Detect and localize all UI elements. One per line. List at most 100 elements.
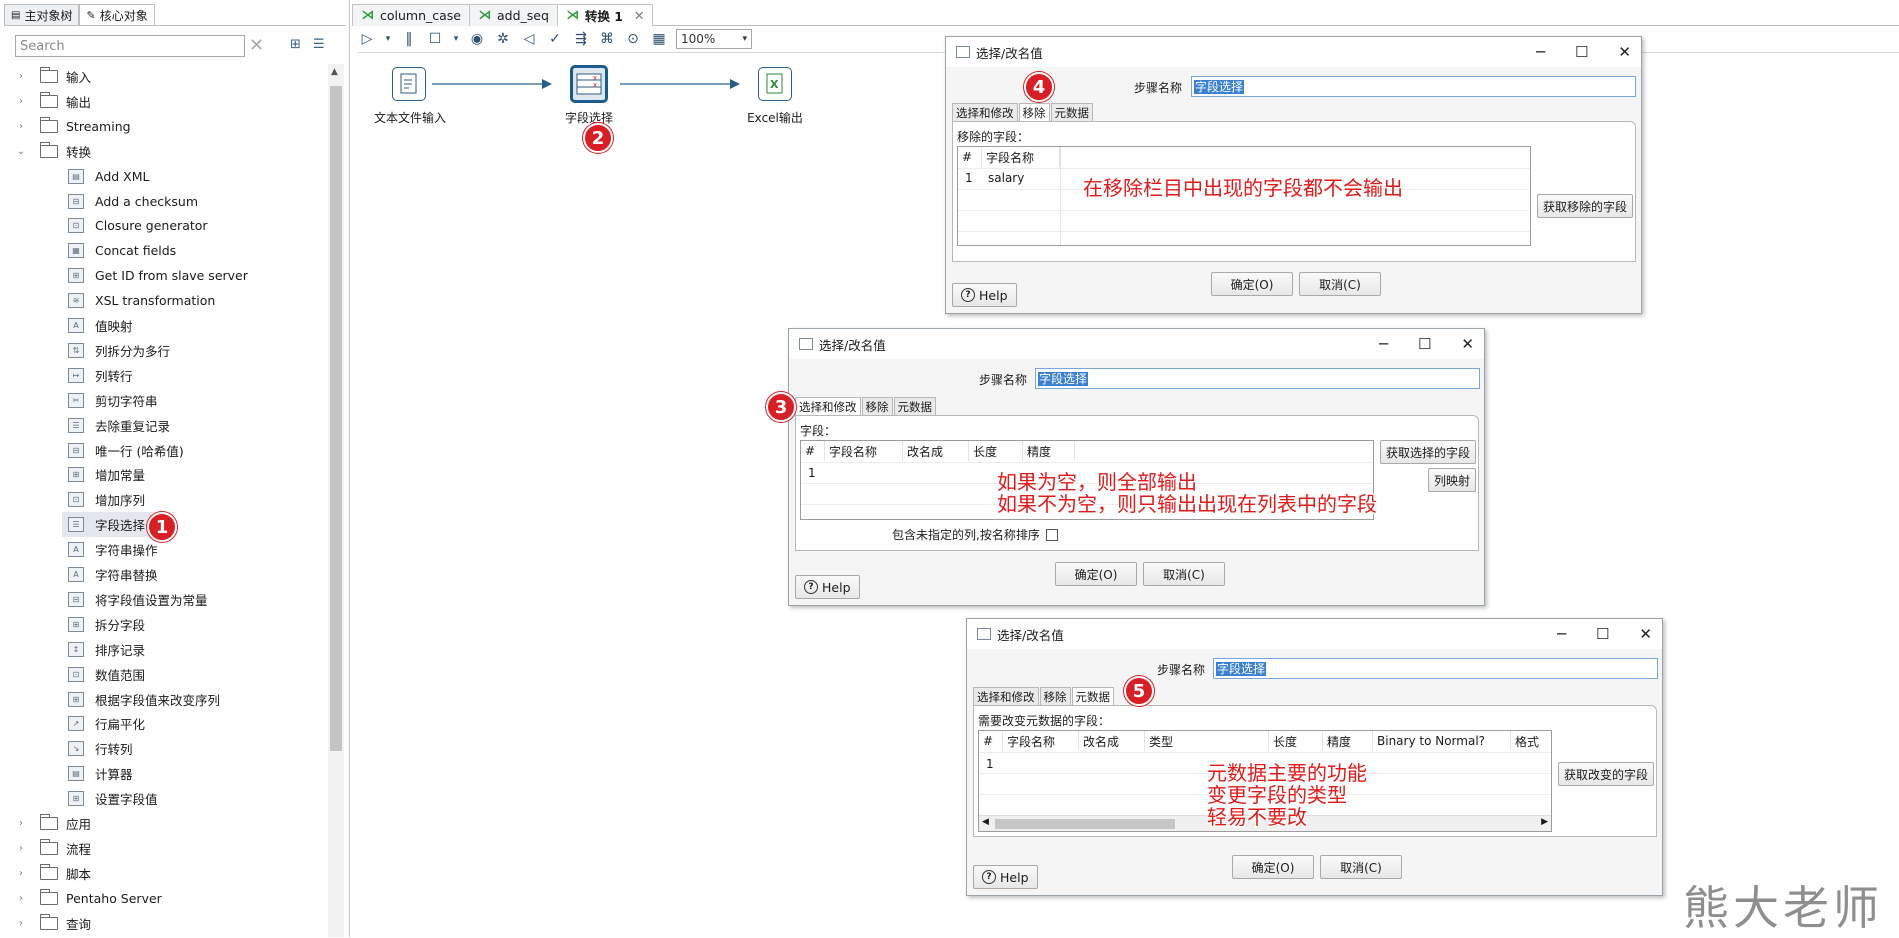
help-button[interactable]: ? Help <box>973 865 1038 889</box>
minimize-icon[interactable]: ─ <box>1536 43 1545 61</box>
minimize-icon[interactable]: ─ <box>1557 625 1566 643</box>
step-excel-output[interactable]: X <box>758 67 792 101</box>
get-change-fields-button[interactable]: 获取改变的字段 <box>1558 762 1654 786</box>
ok-button[interactable]: 确定(O) <box>1211 272 1293 296</box>
chevron-down-icon[interactable]: ⌄ <box>14 146 28 157</box>
tree-step[interactable]: ▤ Add XML <box>0 164 150 189</box>
tree-step[interactable]: ↕ 排序记录 <box>0 637 145 662</box>
clear-search-icon[interactable]: ✕ <box>249 35 264 56</box>
tree-step[interactable]: ▤ 计算器 <box>0 761 133 786</box>
scrollbar-thumb[interactable] <box>330 86 342 751</box>
tree-folder[interactable]: › Pentaho Server <box>0 886 162 911</box>
tab-remove[interactable]: 移除 <box>1039 687 1071 705</box>
close-icon[interactable]: ✕ <box>1618 43 1631 61</box>
column-header[interactable]: 格式 <box>1511 731 1551 751</box>
tree-step[interactable]: ⊞ 设置字段值 <box>0 786 158 811</box>
stop-icon[interactable]: ☐ <box>426 30 444 48</box>
maximize-icon[interactable]: ☐ <box>1575 43 1588 61</box>
tree-folder[interactable]: ⌄ 转换 <box>0 139 91 164</box>
column-header[interactable]: Binary to Normal? <box>1373 731 1511 751</box>
replay-icon[interactable]: ◁ <box>520 30 538 48</box>
tree-folder[interactable]: › 应用 <box>0 811 91 836</box>
step-name-input[interactable]: 字段选择 <box>1213 658 1658 679</box>
tab-remove[interactable]: 移除 <box>861 397 893 415</box>
chevron-right-icon[interactable]: › <box>14 71 28 82</box>
show-results-icon[interactable]: ▦ <box>650 30 668 48</box>
tab-transformation-1[interactable]: ⋊ 转换 1 ✕ <box>556 4 654 26</box>
tab-add-seq[interactable]: ⋊ add_seq <box>469 4 558 26</box>
column-header[interactable]: 字段名称 <box>982 147 1060 167</box>
tree-step[interactable]: ⊟ 将字段值设置为常量 <box>0 587 208 612</box>
column-header[interactable]: 精度 <box>1023 441 1075 461</box>
tree-step[interactable]: ⊡ Closure generator <box>0 213 208 238</box>
tree-step[interactable]: ↗ 行扁平化 <box>0 711 145 736</box>
chevron-right-icon[interactable]: › <box>14 843 28 854</box>
tab-select-modify[interactable]: 选择和修改 <box>952 103 1018 121</box>
cancel-button[interactable]: 取消(C) <box>1143 562 1225 586</box>
tab-remove[interactable]: 移除 <box>1018 103 1050 121</box>
chevron-right-icon[interactable]: › <box>14 818 28 829</box>
tree-step[interactable]: ⊞ 根据字段值来改变序列 <box>0 687 220 712</box>
scroll-up-icon[interactable]: ▲ <box>331 67 338 77</box>
run-icon[interactable]: ▷ <box>358 30 376 48</box>
tree-step[interactable]: ✂ 剪切字符串 <box>0 388 158 413</box>
tree-folder[interactable]: › 脚本 <box>0 861 91 886</box>
step-name-input[interactable]: 字段选择 <box>1035 368 1480 389</box>
scroll-left-icon[interactable]: ◀ <box>982 817 989 827</box>
step-name-input[interactable]: 字段选择 <box>1191 76 1636 97</box>
cancel-button[interactable]: 取消(C) <box>1299 272 1381 296</box>
tree-step[interactable]: ⊟ 唯一行 (哈希值) <box>0 438 184 463</box>
help-button[interactable]: ? Help <box>952 283 1017 307</box>
close-icon[interactable]: ✕ <box>1461 335 1474 353</box>
tree-step[interactable]: ⇅ 列拆分为多行 <box>0 338 170 363</box>
pause-icon[interactable]: ‖ <box>400 30 418 48</box>
column-header[interactable]: 长度 <box>1269 731 1323 751</box>
column-header[interactable]: 字段名称 <box>825 441 903 461</box>
field-name-cell[interactable]: salary <box>988 171 1024 185</box>
scrollbar-thumb[interactable] <box>995 819 1175 829</box>
impact-icon[interactable]: ⇶ <box>572 30 590 48</box>
tree-step[interactable]: ▦ Concat fields <box>0 238 176 263</box>
tree-folder[interactable]: › 输入 <box>0 64 91 89</box>
chevron-right-icon[interactable]: › <box>14 893 28 904</box>
tab-metadata[interactable]: 元数据 <box>1071 687 1114 705</box>
column-header[interactable]: 改名成 <box>903 441 969 461</box>
tree-folder[interactable]: › Streaming <box>0 114 131 139</box>
tab-select-modify[interactable]: 选择和修改 <box>973 687 1039 705</box>
tree-step[interactable]: ⊞ 拆分字段 <box>0 612 145 637</box>
tree-step[interactable]: A 字符串操作 <box>0 537 158 562</box>
stop-dropdown-icon[interactable]: ▾ <box>452 30 460 48</box>
chevron-right-icon[interactable]: › <box>14 868 28 879</box>
run-dropdown-icon[interactable]: ▾ <box>384 30 392 48</box>
tree-step[interactable]: ⊡ 增加序列 <box>0 487 145 512</box>
ok-button[interactable]: 确定(O) <box>1055 562 1137 586</box>
include-unspecified-checkbox[interactable] <box>1045 528 1058 541</box>
tree-scrollbar[interactable]: ▲ <box>328 64 344 937</box>
minimize-icon[interactable]: ─ <box>1379 335 1388 353</box>
tree-step[interactable]: A 字符串替换 <box>0 562 158 587</box>
step-text-file-input[interactable] <box>392 67 426 101</box>
column-header[interactable]: 精度 <box>1323 731 1373 751</box>
tree-folder[interactable]: › 流程 <box>0 836 91 861</box>
scroll-right-icon[interactable]: ▶ <box>1541 817 1548 827</box>
debug-icon[interactable]: ✲ <box>494 30 512 48</box>
expand-all-icon[interactable]: ⊞ <box>290 37 301 52</box>
maximize-icon[interactable]: ☐ <box>1418 335 1431 353</box>
chevron-right-icon[interactable]: › <box>14 918 28 929</box>
tree-step[interactable]: ☰ 去除重复记录 <box>0 413 170 438</box>
column-header[interactable]: 类型 <box>1145 731 1269 751</box>
tree-step[interactable]: ≋ XSL transformation <box>0 288 215 313</box>
tab-column-case[interactable]: ⋊ column_case <box>352 4 470 26</box>
tree-step[interactable]: ⊞ Get ID from slave server <box>0 263 248 288</box>
tab-main-object-tree[interactable]: ▤ 主对象树 <box>4 4 80 25</box>
preview-icon[interactable]: ◉ <box>468 30 486 48</box>
close-icon[interactable]: ✕ <box>1639 625 1652 643</box>
column-header[interactable]: 改名成 <box>1079 731 1145 751</box>
column-mapping-button[interactable]: 列映射 <box>1428 468 1476 492</box>
collapse-all-icon[interactable]: ☰ <box>313 37 325 52</box>
chevron-right-icon[interactable]: › <box>14 121 28 132</box>
search-input[interactable]: Search <box>15 35 245 57</box>
chevron-right-icon[interactable]: › <box>14 96 28 107</box>
tab-select-modify[interactable]: 选择和修改 <box>795 397 861 415</box>
tree-step[interactable]: ⊟ Add a checksum <box>0 189 198 214</box>
